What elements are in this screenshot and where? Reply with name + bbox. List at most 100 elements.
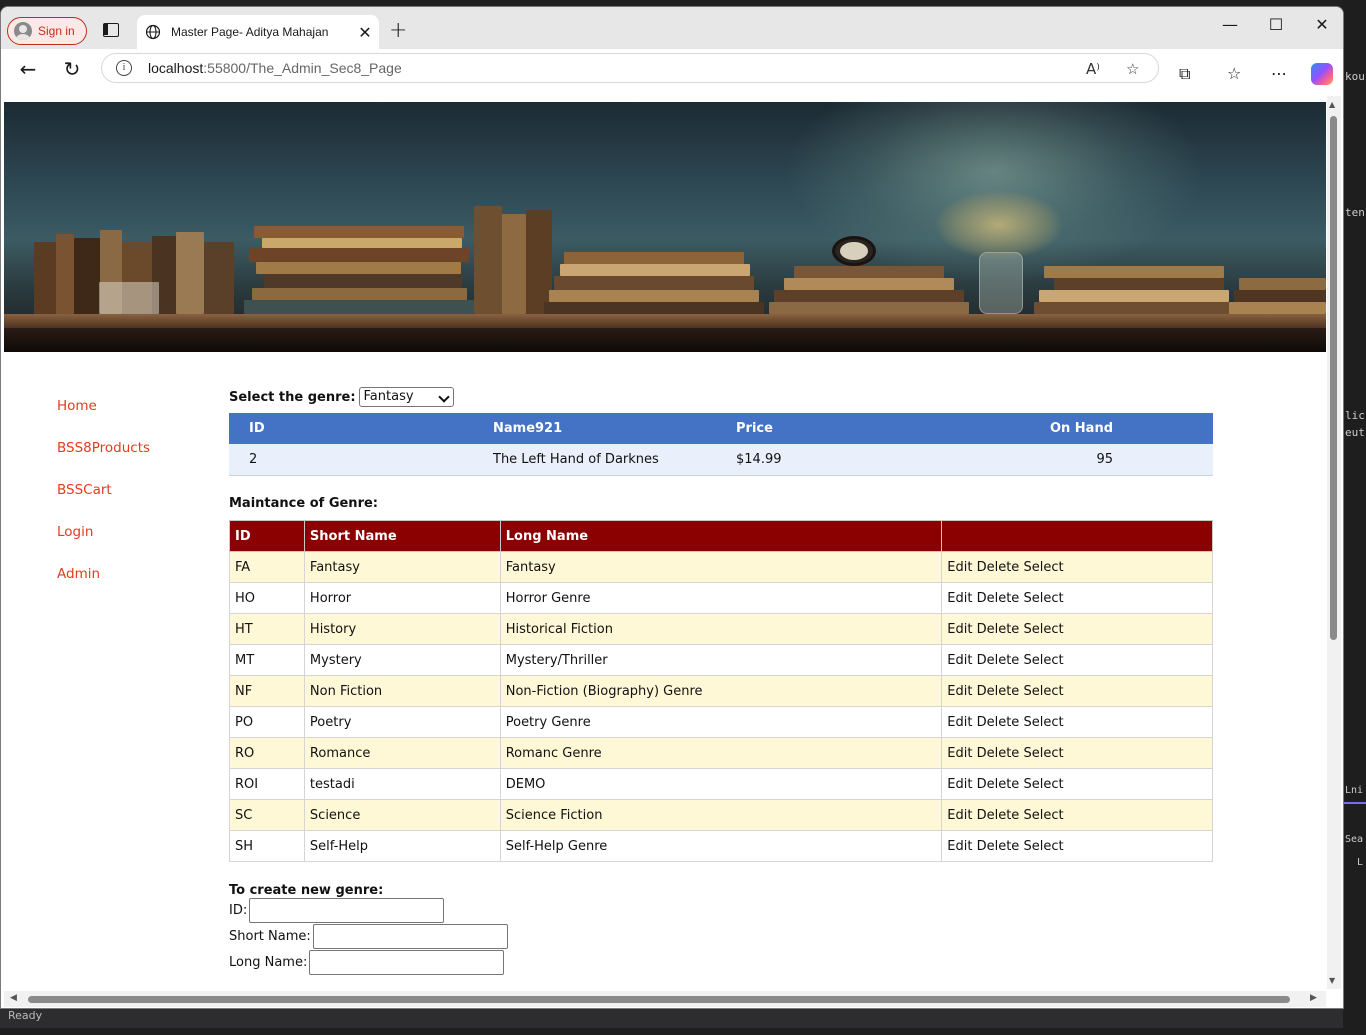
cell-long-name: DEMO [499,768,943,800]
tab-actions-icon[interactable] [103,23,119,37]
id-field-label: ID: [229,903,248,918]
cell-name: The Left Hand of Darknes [493,444,736,476]
site-info-icon[interactable]: i [116,60,132,76]
horizontal-scrollbar[interactable]: ◀ ▶ [4,991,1326,1007]
cell-short-name: Self-Help [303,830,501,862]
horizontal-scroll-thumb[interactable] [28,996,1290,1003]
maintenance-title: Maintance of Genre: [229,496,378,511]
close-window-icon[interactable]: ✕ [1299,15,1343,34]
column-header-id: ID [229,413,493,444]
select-link[interactable]: Select [1023,746,1063,761]
cell-actions: Edit Delete Select [941,613,1213,645]
genre-dropdown-value: Fantasy [363,389,414,404]
favorite-star-icon[interactable]: ☆ [1126,60,1139,78]
genre-dropdown[interactable]: Fantasy [358,387,454,407]
select-link[interactable]: Select [1023,622,1063,637]
edit-link[interactable]: Edit [947,808,972,823]
select-link[interactable]: Select [1023,560,1063,575]
nav-link-login[interactable]: Login [57,524,150,566]
long-name-input[interactable] [309,950,505,975]
background-text: kou [1345,70,1365,83]
column-header-name: Name921 [493,413,736,444]
vertical-scrollbar[interactable]: ▲ ▼ [1327,96,1341,989]
close-tab-icon[interactable]: ✕ [351,23,379,42]
edit-link[interactable]: Edit [947,839,972,854]
create-genre-title: To create new genre: [229,883,384,898]
edit-link[interactable]: Edit [947,684,972,699]
edit-link[interactable]: Edit [947,777,972,792]
cell-long-name: Self-Help Genre [499,830,943,862]
delete-link[interactable]: Delete [977,746,1020,761]
address-bar[interactable]: i localhost :55800/The_Admin_Sec8_Page A… [101,53,1159,83]
table-row: 2 The Left Hand of Darknes $14.99 95 [229,444,1213,476]
cell-id: HO [229,582,305,614]
back-arrow-icon[interactable]: ← [15,57,41,81]
sign-in-button[interactable]: Sign in [7,17,87,45]
delete-link[interactable]: Delete [977,808,1020,823]
select-link[interactable]: Select [1023,777,1063,792]
cell-id: PO [229,706,305,738]
column-header-onhand: On Hand [974,413,1213,444]
favorites-icon[interactable]: ☆ [1227,64,1241,83]
cell-long-name: Poetry Genre [499,706,943,738]
nav-link-admin[interactable]: Admin [57,566,150,608]
select-link[interactable]: Select [1023,839,1063,854]
globe-icon [145,24,161,40]
short-name-input[interactable] [312,924,508,949]
tab-title: Master Page- Aditya Mahajan [171,25,329,39]
column-header-id: ID [229,520,305,552]
select-link[interactable]: Select [1023,715,1063,730]
maximize-icon[interactable]: ☐ [1253,15,1299,34]
vertical-scroll-thumb[interactable] [1330,116,1337,640]
delete-link[interactable]: Delete [977,715,1020,730]
select-link[interactable]: Select [1023,653,1063,668]
edit-link[interactable]: Edit [947,591,972,606]
cell-long-name: Fantasy [499,551,943,583]
delete-link[interactable]: Delete [977,560,1020,575]
delete-link[interactable]: Delete [977,591,1020,606]
scroll-left-icon[interactable]: ◀ [10,993,17,1003]
page-viewport: Home BSS8Products BSSCart Login Admin Se… [4,96,1326,989]
read-aloud-icon[interactable]: A⁾ [1086,60,1100,78]
nav-link-bss8products[interactable]: BSS8Products [57,440,150,482]
cell-actions: Edit Delete Select [941,706,1213,738]
browser-tab[interactable]: Master Page- Aditya Mahajan ✕ [137,15,379,49]
refresh-icon[interactable]: ↻ [59,57,85,81]
select-link[interactable]: Select [1023,591,1063,606]
edit-link[interactable]: Edit [947,622,972,637]
table-row: MT Mystery Mystery/Thriller Edit Delete Sel… [229,644,1213,676]
edit-link[interactable]: Edit [947,715,972,730]
copilot-icon[interactable] [1311,63,1333,85]
table-row: HT History Historical Fiction Edit Delete S… [229,613,1213,645]
delete-link[interactable]: Delete [977,777,1020,792]
column-header-price: Price [736,413,974,444]
cell-short-name: Horror [303,582,501,614]
background-window: kou ten lic eut Lni Sea L [1343,0,1366,1035]
new-tab-icon[interactable]: + [389,18,407,43]
extensions-icon[interactable]: ⧉ [1179,64,1190,84]
select-link[interactable]: Select [1023,684,1063,699]
scroll-up-icon[interactable]: ▲ [1329,100,1335,109]
short-name-field-row: Short Name: [229,924,508,949]
delete-link[interactable]: Delete [977,684,1020,699]
delete-link[interactable]: Delete [977,653,1020,668]
id-input[interactable] [249,898,445,923]
cell-actions: Edit Delete Select [941,551,1213,583]
edit-link[interactable]: Edit [947,653,972,668]
edit-link[interactable]: Edit [947,560,972,575]
products-header-row: ID Name921 Price On Hand [229,413,1213,444]
cell-short-name: Non Fiction [303,675,501,707]
scroll-right-icon[interactable]: ▶ [1310,993,1317,1003]
select-link[interactable]: Select [1023,808,1063,823]
scroll-down-icon[interactable]: ▼ [1329,976,1335,985]
nav-link-home[interactable]: Home [57,398,150,440]
products-table: ID Name921 Price On Hand 2 The Left Hand… [229,413,1213,476]
delete-link[interactable]: Delete [977,839,1020,854]
nav-link-bsscart[interactable]: BSSCart [57,482,150,524]
edit-link[interactable]: Edit [947,746,972,761]
avatar-icon [14,22,32,40]
minimize-icon[interactable]: — [1207,15,1253,34]
delete-link[interactable]: Delete [977,622,1020,637]
more-menu-icon[interactable]: ⋯ [1271,64,1287,83]
table-row: HO Horror Horror Genre Edit Delete Select [229,582,1213,614]
